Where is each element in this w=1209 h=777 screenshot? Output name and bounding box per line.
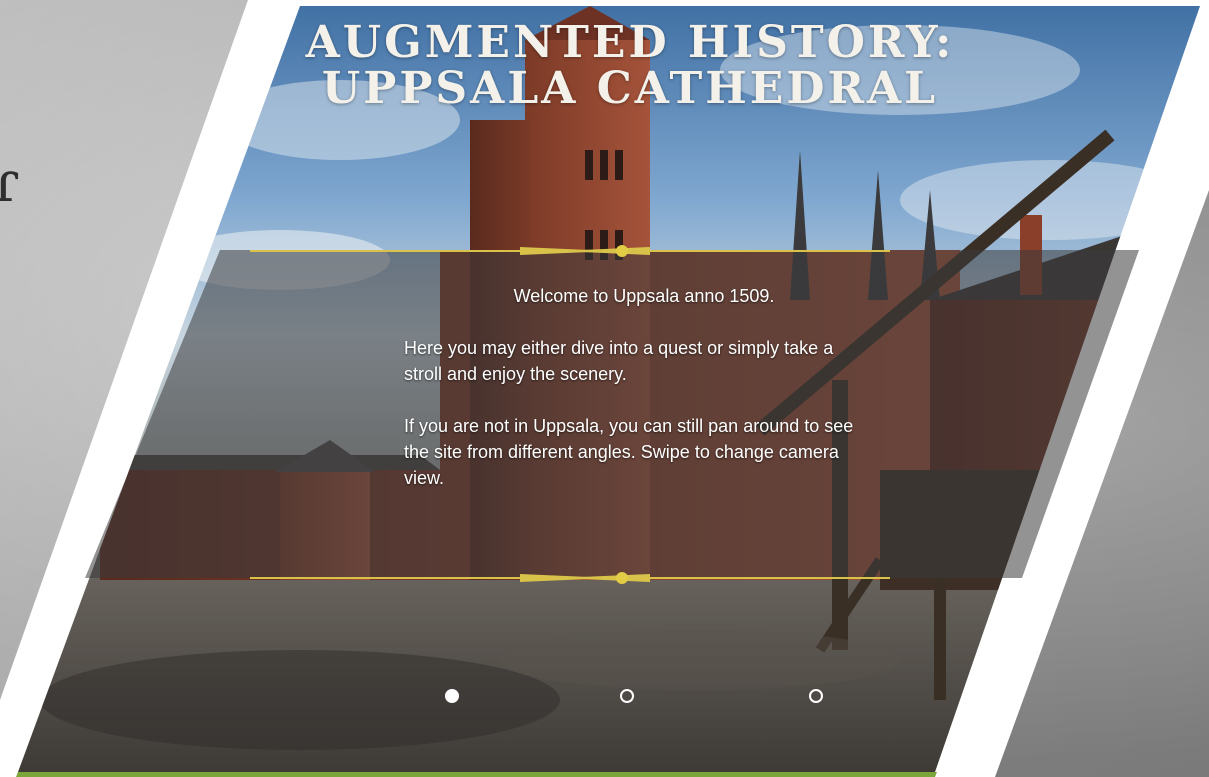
script-letter-icon: ɾ — [0, 150, 20, 215]
page-dot-1[interactable] — [445, 689, 459, 703]
title-line-2: UPPSALA CATHEDRAL — [321, 63, 939, 114]
app-screen: ɾ AUGMENTED HISTORY: UPPSALA CATHEDRAL W… — [0, 0, 1209, 777]
page-dot-3[interactable] — [809, 689, 823, 703]
page-dot-2[interactable] — [620, 689, 634, 703]
title-line-1: AUGMENTED HISTORY: — [305, 17, 955, 68]
page-indicator — [0, 689, 1209, 707]
app-title: AUGMENTED HISTORY: UPPSALA CATHEDRAL — [300, 20, 960, 112]
